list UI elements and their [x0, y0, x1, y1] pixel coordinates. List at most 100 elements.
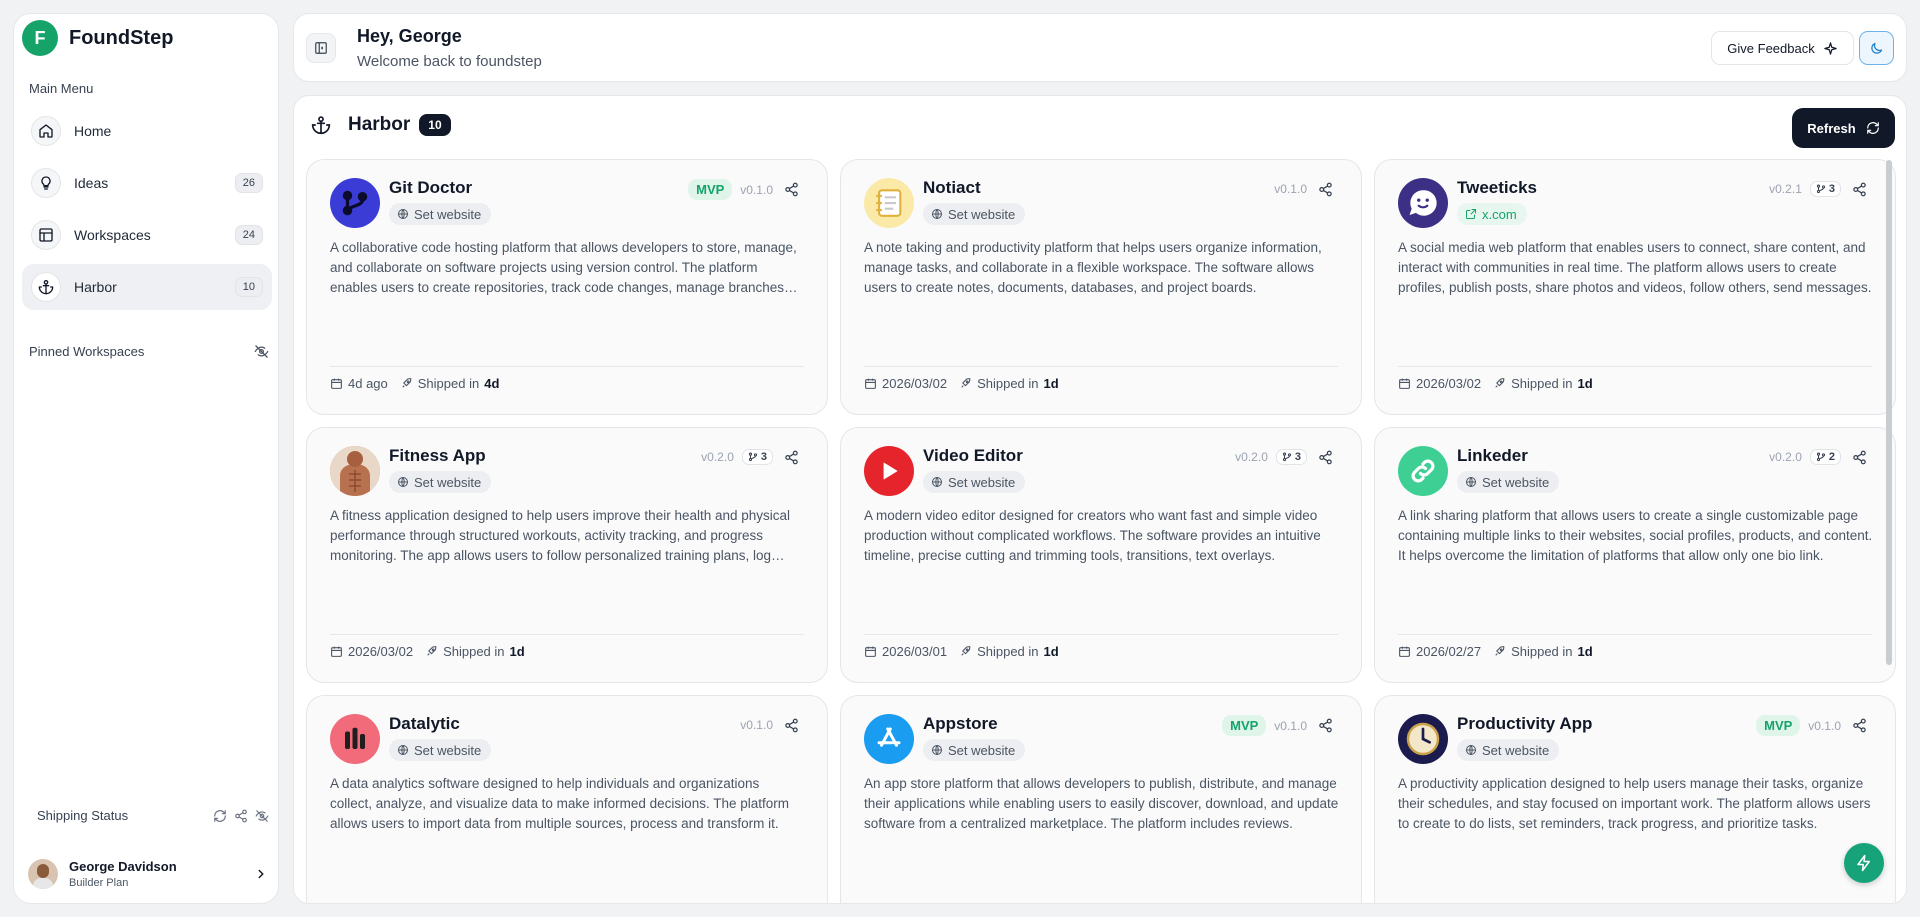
shipped-prefix: Shipped in [1511, 376, 1573, 391]
refresh-label: Refresh [1807, 120, 1856, 136]
card-title: Fitness App [389, 446, 486, 465]
git-branch-icon [330, 178, 380, 228]
share-icon[interactable] [234, 809, 248, 823]
sidebar-item-workspaces[interactable]: Workspaces 24 [22, 212, 272, 258]
version-label: v0.1.0 [740, 718, 773, 732]
pinned-workspaces-header: Pinned Workspaces [29, 344, 269, 359]
refresh-button[interactable]: Refresh [1792, 108, 1895, 148]
set-website-button[interactable]: Set website [923, 471, 1026, 493]
card-description: A link sharing platform that allows user… [1398, 508, 1873, 563]
share-icon[interactable] [1849, 716, 1869, 736]
fitness-athlete-icon [330, 446, 380, 496]
give-feedback-button[interactable]: Give Feedback [1711, 31, 1854, 65]
top-header: Hey, George Welcome back to foundstep Gi… [293, 13, 1907, 82]
branch-count: 2 [1828, 451, 1835, 463]
shipping-status-row: Shipping Status [37, 808, 269, 823]
refresh-icon[interactable] [213, 809, 227, 823]
website-label: Set website [1482, 742, 1550, 758]
card-description: A note taking and productivity platform … [864, 240, 1322, 295]
quick-action-button[interactable] [1844, 843, 1884, 883]
eye-off-icon[interactable] [255, 809, 269, 823]
share-icon[interactable] [781, 447, 801, 467]
harbor-count-badge: 10 [419, 114, 451, 136]
set-website-button[interactable]: Set website [389, 203, 492, 225]
sidebar-item-label: Home [74, 123, 112, 139]
git-branch-icon [1816, 452, 1825, 462]
rocket-icon [961, 646, 971, 656]
share-icon[interactable] [1315, 447, 1335, 467]
share-icon[interactable] [1315, 179, 1335, 199]
lightning-icon [1857, 854, 1870, 872]
user-profile[interactable]: George Davidson Builder Plan [28, 852, 268, 896]
set-website-button[interactable]: Set website [923, 739, 1026, 761]
card-meta: MVP v0.1.0 [1756, 715, 1869, 736]
version-label: v0.1.0 [1274, 182, 1307, 196]
sidebar-item-ideas[interactable]: Ideas 26 [22, 160, 272, 206]
sidebar-item-label: Harbor [74, 279, 117, 295]
set-website-button[interactable]: Set website [923, 203, 1026, 225]
set-website-button[interactable]: Set website [1457, 471, 1560, 493]
project-card-video-editor[interactable]: Video Editor Set website v0.2.0 3 A mode… [840, 427, 1362, 683]
project-card-productivity-app[interactable]: Productivity App Set website MVP v0.1.0 … [1374, 695, 1896, 903]
share-icon[interactable] [781, 715, 801, 735]
card-description: A collaborative code hosting platform th… [330, 240, 797, 295]
shipped-duration: 1d [1577, 644, 1593, 659]
project-card-tweeticks[interactable]: Tweeticks x.com v0.2.1 3 A social media … [1374, 159, 1896, 415]
globe-icon [398, 745, 408, 755]
card-title: Tweeticks [1457, 178, 1538, 197]
project-card-fitness-app[interactable]: Fitness App Set website v0.2.0 3 A fitne… [306, 427, 828, 683]
card-meta: v0.2.0 2 [1769, 447, 1869, 467]
shipped-duration: 1d [1577, 376, 1593, 391]
project-card-appstore[interactable]: Appstore Set website MVP v0.1.0 An app s… [840, 695, 1362, 903]
user-name: George Davidson [69, 859, 177, 874]
app-store-icon [864, 714, 914, 764]
card-footer: 2026/03/02 Shipped in 1d [864, 376, 1071, 391]
calendar-icon [331, 378, 342, 389]
project-card-notiact[interactable]: Notiact Set website v0.1.0 A note taking… [840, 159, 1362, 415]
card-date: 4d ago [348, 376, 388, 391]
set-website-button[interactable]: Set website [389, 471, 492, 493]
version-label: v0.1.0 [1274, 718, 1307, 733]
chevron-right-icon[interactable] [254, 867, 268, 881]
main-menu-title: Main Menu [29, 81, 94, 96]
share-icon[interactable] [1315, 716, 1335, 736]
page-title: Harbor [348, 114, 411, 135]
brand[interactable]: F FoundStep [22, 20, 173, 56]
theme-toggle-button[interactable] [1859, 31, 1894, 65]
git-branch-icon [1816, 184, 1825, 194]
sidebar-item-label: Workspaces [74, 227, 151, 243]
card-meta: v0.2.0 3 [1235, 447, 1335, 467]
sidebar-item-count: 10 [234, 277, 263, 297]
shipped-duration: 1d [509, 644, 525, 659]
share-icon[interactable] [1849, 447, 1869, 467]
project-card-git-doctor[interactable]: Git Doctor Set website MVP v0.1.0 A coll… [306, 159, 828, 415]
project-card-datalytic[interactable]: Datalytic Set website v0.1.0 A data anal… [306, 695, 828, 903]
branch-count-badge: 3 [741, 449, 773, 465]
sidebar-toggle-button[interactable] [306, 33, 336, 63]
version-label: v0.1.0 [740, 182, 773, 197]
mvp-badge: MVP [1222, 715, 1267, 736]
card-description: A fitness application designed to help u… [330, 508, 791, 563]
share-icon[interactable] [1849, 179, 1869, 199]
version-label: v0.2.0 [701, 450, 734, 464]
card-meta: MVP v0.1.0 [688, 179, 801, 200]
calendar-icon [1399, 646, 1410, 657]
card-date: 2026/03/02 [1416, 376, 1482, 391]
project-card-linkeder[interactable]: Linkeder Set website v0.2.0 2 A link sha… [1374, 427, 1896, 683]
card-title: Datalytic [389, 714, 460, 733]
eye-off-icon[interactable] [254, 344, 269, 359]
shipped-prefix: Shipped in [977, 644, 1039, 659]
sidebar-item-home[interactable]: Home [22, 108, 272, 154]
scrollbar[interactable] [1886, 160, 1892, 665]
website-link[interactable]: x.com [1457, 203, 1527, 225]
card-footer: 2026/02/27 Shipped in 1d [1398, 644, 1605, 659]
sidebar-item-harbor[interactable]: Harbor 10 [22, 264, 272, 310]
website-label: x.com [1482, 206, 1517, 222]
notebook-icon [864, 178, 914, 228]
shipped-prefix: Shipped in [977, 376, 1039, 391]
set-website-button[interactable]: Set website [1457, 739, 1560, 761]
calendar-icon [331, 646, 342, 657]
card-title: Productivity App [1457, 714, 1593, 733]
set-website-button[interactable]: Set website [389, 739, 492, 761]
share-icon[interactable] [781, 180, 801, 200]
